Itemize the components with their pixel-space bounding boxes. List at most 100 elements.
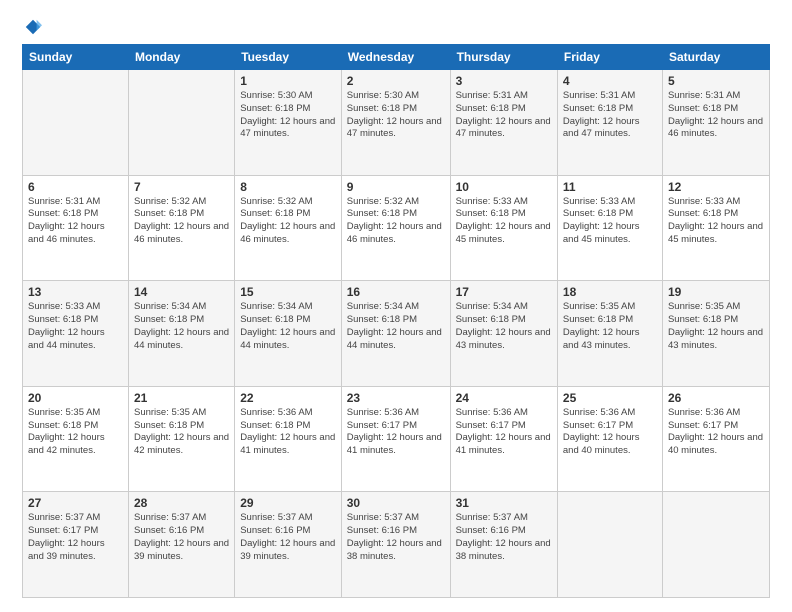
calendar-cell: 2 Sunrise: 5:30 AM Sunset: 6:18 PM Daylig…: [341, 70, 450, 176]
col-monday: Monday: [128, 45, 234, 70]
calendar-header-row: Sunday Monday Tuesday Wednesday Thursday…: [23, 45, 770, 70]
calendar-cell: 9 Sunrise: 5:32 AM Sunset: 6:18 PM Daylig…: [341, 175, 450, 281]
calendar-cell: 4 Sunrise: 5:31 AM Sunset: 6:18 PM Daylig…: [557, 70, 662, 176]
calendar-cell: 21Sunrise: 5:35 AM Sunset: 6:18 PM Dayli…: [128, 386, 234, 492]
day-info: Sunrise: 5:35 AM Sunset: 6:18 PM Dayligh…: [28, 407, 123, 458]
day-number: 23: [347, 391, 445, 405]
day-number: 31: [456, 496, 552, 510]
day-info: Sunrise: 5:32 AM Sunset: 6:18 PM Dayligh…: [240, 196, 336, 247]
day-number: 29: [240, 496, 336, 510]
day-info: Sunrise: 5:36 AM Sunset: 6:18 PM Dayligh…: [240, 407, 336, 458]
calendar-week-row: 6 Sunrise: 5:31 AM Sunset: 6:18 PM Daylig…: [23, 175, 770, 281]
calendar-cell: 7 Sunrise: 5:32 AM Sunset: 6:18 PM Daylig…: [128, 175, 234, 281]
calendar-cell: 3 Sunrise: 5:31 AM Sunset: 6:18 PM Daylig…: [450, 70, 557, 176]
day-number: 7: [134, 180, 229, 194]
logo-icon: [24, 18, 42, 36]
day-info: Sunrise: 5:31 AM Sunset: 6:18 PM Dayligh…: [563, 90, 657, 141]
day-number: 17: [456, 285, 552, 299]
day-info: Sunrise: 5:36 AM Sunset: 6:17 PM Dayligh…: [347, 407, 445, 458]
day-number: 28: [134, 496, 229, 510]
calendar-week-row: 20 Sunrise: 5:35 AM Sunset: 6:18 PM Dayli…: [23, 386, 770, 492]
day-number: 15: [240, 285, 336, 299]
calendar-week-row: 13 Sunrise: 5:33 AM Sunset: 6:18 PM Dayli…: [23, 281, 770, 387]
day-number: 13: [28, 285, 123, 299]
day-number: 19: [668, 285, 764, 299]
day-info: Sunrise: 5:31 AM Sunset: 6:18 PM Dayligh…: [456, 90, 552, 141]
day-info: Sunrise: 5:34 AM Sunset: 6:18 PM Dayligh…: [347, 301, 445, 352]
calendar-cell: [662, 492, 769, 598]
day-info: Sunrise: 5:34 AM Sunset: 6:18 PM Dayligh…: [134, 301, 229, 352]
calendar-cell: 18Sunrise: 5:35 AM Sunset: 6:18 PM Dayli…: [557, 281, 662, 387]
calendar-cell: 29 Sunrise: 5:37 AM Sunset: 6:16 PM Dayli…: [235, 492, 342, 598]
calendar-cell: 6 Sunrise: 5:31 AM Sunset: 6:18 PM Daylig…: [23, 175, 129, 281]
day-info: Sunrise: 5:37 AM Sunset: 6:16 PM Dayligh…: [456, 512, 552, 563]
day-info: Sunrise: 5:31 AM Sunset: 6:18 PM Dayligh…: [28, 196, 123, 247]
day-info: Sunrise: 5:37 AM Sunset: 6:16 PM Dayligh…: [134, 512, 229, 563]
day-info: Sunrise: 5:36 AM Sunset: 6:17 PM Dayligh…: [456, 407, 552, 458]
day-info: Sunrise: 5:32 AM Sunset: 6:18 PM Dayligh…: [347, 196, 445, 247]
calendar-cell: 16 Sunrise: 5:34 AM Sunset: 6:18 PM Dayli…: [341, 281, 450, 387]
day-number: 6: [28, 180, 123, 194]
calendar-cell: 5 Sunrise: 5:31 AM Sunset: 6:18 PM Daylig…: [662, 70, 769, 176]
calendar-cell: 26Sunrise: 5:36 AM Sunset: 6:17 PM Dayli…: [662, 386, 769, 492]
day-info: Sunrise: 5:31 AM Sunset: 6:18 PM Dayligh…: [668, 90, 764, 141]
page: Sunday Monday Tuesday Wednesday Thursday…: [0, 0, 792, 612]
day-number: 2: [347, 74, 445, 88]
calendar-cell: 19Sunrise: 5:35 AM Sunset: 6:18 PM Dayli…: [662, 281, 769, 387]
calendar-cell: 10Sunrise: 5:33 AM Sunset: 6:18 PM Dayli…: [450, 175, 557, 281]
day-number: 12: [668, 180, 764, 194]
day-number: 24: [456, 391, 552, 405]
calendar-cell: 25Sunrise: 5:36 AM Sunset: 6:17 PM Dayli…: [557, 386, 662, 492]
calendar-cell: [128, 70, 234, 176]
calendar-cell: 22 Sunrise: 5:36 AM Sunset: 6:18 PM Dayli…: [235, 386, 342, 492]
col-friday: Friday: [557, 45, 662, 70]
day-number: 10: [456, 180, 552, 194]
day-number: 9: [347, 180, 445, 194]
day-number: 11: [563, 180, 657, 194]
day-info: Sunrise: 5:30 AM Sunset: 6:18 PM Dayligh…: [347, 90, 445, 141]
day-number: 5: [668, 74, 764, 88]
calendar-cell: [557, 492, 662, 598]
calendar-cell: 14Sunrise: 5:34 AM Sunset: 6:18 PM Dayli…: [128, 281, 234, 387]
day-info: Sunrise: 5:33 AM Sunset: 6:18 PM Dayligh…: [668, 196, 764, 247]
col-sunday: Sunday: [23, 45, 129, 70]
day-number: 27: [28, 496, 123, 510]
day-info: Sunrise: 5:37 AM Sunset: 6:17 PM Dayligh…: [28, 512, 123, 563]
calendar-cell: 1Sunrise: 5:30 AM Sunset: 6:18 PM Daylig…: [235, 70, 342, 176]
calendar-cell: 24 Sunrise: 5:36 AM Sunset: 6:17 PM Dayli…: [450, 386, 557, 492]
day-number: 26: [668, 391, 764, 405]
day-number: 21: [134, 391, 229, 405]
calendar-cell: 13 Sunrise: 5:33 AM Sunset: 6:18 PM Dayli…: [23, 281, 129, 387]
calendar-cell: 8 Sunrise: 5:32 AM Sunset: 6:18 PM Daylig…: [235, 175, 342, 281]
day-number: 16: [347, 285, 445, 299]
col-thursday: Thursday: [450, 45, 557, 70]
day-info: Sunrise: 5:37 AM Sunset: 6:16 PM Dayligh…: [240, 512, 336, 563]
day-info: Sunrise: 5:34 AM Sunset: 6:18 PM Dayligh…: [456, 301, 552, 352]
calendar-week-row: 27 Sunrise: 5:37 AM Sunset: 6:17 PM Dayli…: [23, 492, 770, 598]
day-info: Sunrise: 5:32 AM Sunset: 6:18 PM Dayligh…: [134, 196, 229, 247]
day-info: Sunrise: 5:33 AM Sunset: 6:18 PM Dayligh…: [28, 301, 123, 352]
day-info: Sunrise: 5:33 AM Sunset: 6:18 PM Dayligh…: [563, 196, 657, 247]
day-info: Sunrise: 5:37 AM Sunset: 6:16 PM Dayligh…: [347, 512, 445, 563]
calendar-cell: 11 Sunrise: 5:33 AM Sunset: 6:18 PM Dayli…: [557, 175, 662, 281]
col-tuesday: Tuesday: [235, 45, 342, 70]
day-number: 22: [240, 391, 336, 405]
calendar-cell: 20 Sunrise: 5:35 AM Sunset: 6:18 PM Dayli…: [23, 386, 129, 492]
calendar-cell: 28 Sunrise: 5:37 AM Sunset: 6:16 PM Dayli…: [128, 492, 234, 598]
calendar-cell: 31 Sunrise: 5:37 AM Sunset: 6:16 PM Dayli…: [450, 492, 557, 598]
calendar-cell: 30 Sunrise: 5:37 AM Sunset: 6:16 PM Dayli…: [341, 492, 450, 598]
day-number: 4: [563, 74, 657, 88]
day-info: Sunrise: 5:36 AM Sunset: 6:17 PM Dayligh…: [563, 407, 657, 458]
calendar-table: Sunday Monday Tuesday Wednesday Thursday…: [22, 44, 770, 598]
day-number: 8: [240, 180, 336, 194]
logo: [22, 18, 42, 36]
header: [22, 18, 770, 36]
calendar-cell: 27 Sunrise: 5:37 AM Sunset: 6:17 PM Dayli…: [23, 492, 129, 598]
day-number: 20: [28, 391, 123, 405]
day-info: Sunrise: 5:30 AM Sunset: 6:18 PM Dayligh…: [240, 90, 336, 141]
day-number: 3: [456, 74, 552, 88]
calendar-cell: 17 Sunrise: 5:34 AM Sunset: 6:18 PM Dayli…: [450, 281, 557, 387]
col-saturday: Saturday: [662, 45, 769, 70]
day-number: 30: [347, 496, 445, 510]
day-info: Sunrise: 5:34 AM Sunset: 6:18 PM Dayligh…: [240, 301, 336, 352]
